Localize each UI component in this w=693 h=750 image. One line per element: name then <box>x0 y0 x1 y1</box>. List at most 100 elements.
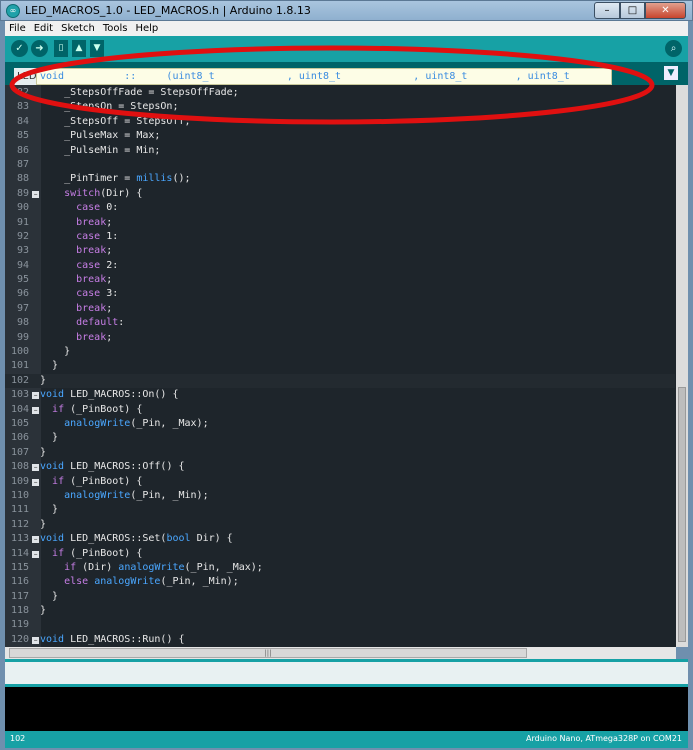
code-line[interactable]: 94 case 2: <box>5 259 675 273</box>
line-number: 106 <box>10 432 29 444</box>
line-number: 96 <box>16 288 29 300</box>
code-text: void LED_MACROS::Set(bool Dir) { <box>40 533 233 545</box>
code-line[interactable]: 89− switch(Dir) { <box>5 187 675 201</box>
window-title: LED_MACROS_1.0 - LED_MACROS.h | Arduino … <box>25 4 311 17</box>
code-line[interactable]: 118} <box>5 604 675 618</box>
code-line[interactable]: 109− if (_PinBoot) { <box>5 475 675 489</box>
fold-toggle-icon[interactable]: − <box>32 190 39 198</box>
code-line[interactable]: 105 analogWrite(_Pin, _Max); <box>5 417 675 431</box>
code-line[interactable]: 92 case 1: <box>5 230 675 244</box>
code-line[interactable]: 93 break; <box>5 244 675 258</box>
code-line[interactable]: 100 } <box>5 345 675 359</box>
code-text: } <box>40 360 59 372</box>
line-number: 114 <box>10 547 29 559</box>
code-text: break; <box>76 331 113 343</box>
code-line[interactable]: 95 break; <box>5 273 675 287</box>
code-line[interactable]: 117 } <box>5 590 675 604</box>
code-line[interactable]: 115 if (Dir) analogWrite(_Pin, _Max); <box>5 561 675 575</box>
code-line[interactable]: 120− void LED_MACROS::Run() { <box>5 633 675 647</box>
code-text: if (Dir) analogWrite(_Pin, _Max); <box>64 561 263 573</box>
code-line[interactable]: 104− if (_PinBoot) { <box>5 403 675 417</box>
code-line[interactable]: 106 } <box>5 431 675 445</box>
message-area <box>5 659 688 687</box>
line-number: 117 <box>10 590 29 602</box>
fold-toggle-icon[interactable]: − <box>32 550 39 558</box>
code-line[interactable]: 108− void LED_MACROS::Off() { <box>5 460 675 474</box>
line-number: 102 <box>10 374 29 386</box>
menu-bar: File Edit Sketch Tools Help <box>5 21 688 36</box>
code-text: default: <box>76 317 125 329</box>
line-number: 86 <box>16 144 29 156</box>
line-number: 108 <box>10 461 29 473</box>
line-number: 115 <box>10 561 29 573</box>
menu-file[interactable]: File <box>5 23 30 34</box>
close-button[interactable]: ✕ <box>645 2 686 19</box>
code-line[interactable]: 110 analogWrite(_Pin, _Min); <box>5 489 675 503</box>
line-number: 103 <box>10 389 29 401</box>
menu-tools[interactable]: Tools <box>99 23 132 34</box>
code-lines: 82 _StepsOffFade = StepsOffFade; 83 _Step… <box>5 86 675 647</box>
fold-toggle-icon[interactable]: − <box>32 636 39 644</box>
menu-help[interactable]: Help <box>131 23 162 34</box>
code-text: if (_PinBoot) { <box>52 547 143 559</box>
code-text: case 2: <box>76 259 119 271</box>
code-line[interactable]: 98 default: <box>5 316 675 330</box>
code-line[interactable]: 90 case 0: <box>5 201 675 215</box>
code-line[interactable]: 87 <box>5 158 675 172</box>
line-number: 87 <box>16 158 29 170</box>
serial-monitor-icon[interactable]: ⌕ <box>665 40 682 57</box>
line-number: 104 <box>10 403 29 415</box>
line-number: 111 <box>10 504 29 516</box>
code-line[interactable]: 86 _PulseMin = Min; <box>5 144 675 158</box>
code-line[interactable]: 91 break; <box>5 216 675 230</box>
code-text: _PulseMax = Max; <box>40 130 161 142</box>
fold-toggle-icon[interactable]: − <box>32 478 39 486</box>
line-number: 109 <box>10 475 29 487</box>
code-line[interactable]: 111 } <box>5 503 675 517</box>
tab-menu-chevron-icon[interactable]: ▼ <box>664 66 678 80</box>
code-text: break; <box>76 245 113 257</box>
line-number: 119 <box>10 619 29 631</box>
horizontal-scroll-thumb[interactable]: ||| <box>9 648 527 658</box>
line-number: 100 <box>10 346 29 358</box>
fold-toggle-icon[interactable]: − <box>32 464 39 472</box>
fold-toggle-icon[interactable]: − <box>32 406 39 414</box>
vertical-scrollbar[interactable] <box>676 85 688 647</box>
vertical-scroll-thumb[interactable] <box>678 387 686 642</box>
line-number: 116 <box>10 576 29 588</box>
code-text: if (_PinBoot) { <box>52 475 143 487</box>
maximize-button[interactable]: □ <box>620 2 645 19</box>
minimize-button[interactable]: – <box>594 2 620 19</box>
code-line[interactable]: 99 break; <box>5 331 675 345</box>
menu-sketch[interactable]: Sketch <box>57 23 99 34</box>
code-line[interactable]: 96 case 3: <box>5 287 675 301</box>
code-line[interactable]: 114− if (_PinBoot) { <box>5 547 675 561</box>
code-text: else analogWrite(_Pin, _Min); <box>64 576 239 588</box>
code-line[interactable]: 85 _PulseMax = Max; <box>5 129 675 143</box>
line-number: 98 <box>16 317 29 329</box>
code-line[interactable]: 101 } <box>5 359 675 373</box>
code-editor[interactable]: 82 _StepsOffFade = StepsOffFade; 83 _Step… <box>5 85 688 647</box>
code-text: _PulseMin = Min; <box>40 144 161 156</box>
fold-toggle-icon[interactable]: − <box>32 536 39 544</box>
code-text: break; <box>76 302 113 314</box>
arduino-logo-icon: ∞ <box>6 4 20 18</box>
code-line[interactable]: 88 _PinTimer = millis(); <box>5 172 675 186</box>
fold-toggle-icon[interactable]: − <box>32 392 39 400</box>
code-text: void LED_MACROS::On() { <box>40 389 179 401</box>
code-line[interactable]: 102} <box>5 373 675 389</box>
code-line[interactable]: 113− void LED_MACROS::Set(bool Dir) { <box>5 532 675 546</box>
code-line[interactable]: 119 <box>5 618 675 632</box>
horizontal-scrollbar[interactable]: ||| <box>5 647 676 659</box>
code-line[interactable]: 103− void LED_MACROS::On() { <box>5 388 675 402</box>
line-number: 85 <box>16 130 29 142</box>
code-line[interactable]: 107} <box>5 446 675 460</box>
code-text: case 1: <box>76 230 119 242</box>
code-line[interactable]: 112} <box>5 518 675 532</box>
code-line[interactable]: 97 break; <box>5 302 675 316</box>
menu-edit[interactable]: Edit <box>30 23 57 34</box>
code-text: analogWrite(_Pin, _Min); <box>64 489 209 501</box>
line-number: 89 <box>16 187 29 199</box>
line-number: 112 <box>10 518 29 530</box>
code-line[interactable]: 116 else analogWrite(_Pin, _Min); <box>5 575 675 589</box>
